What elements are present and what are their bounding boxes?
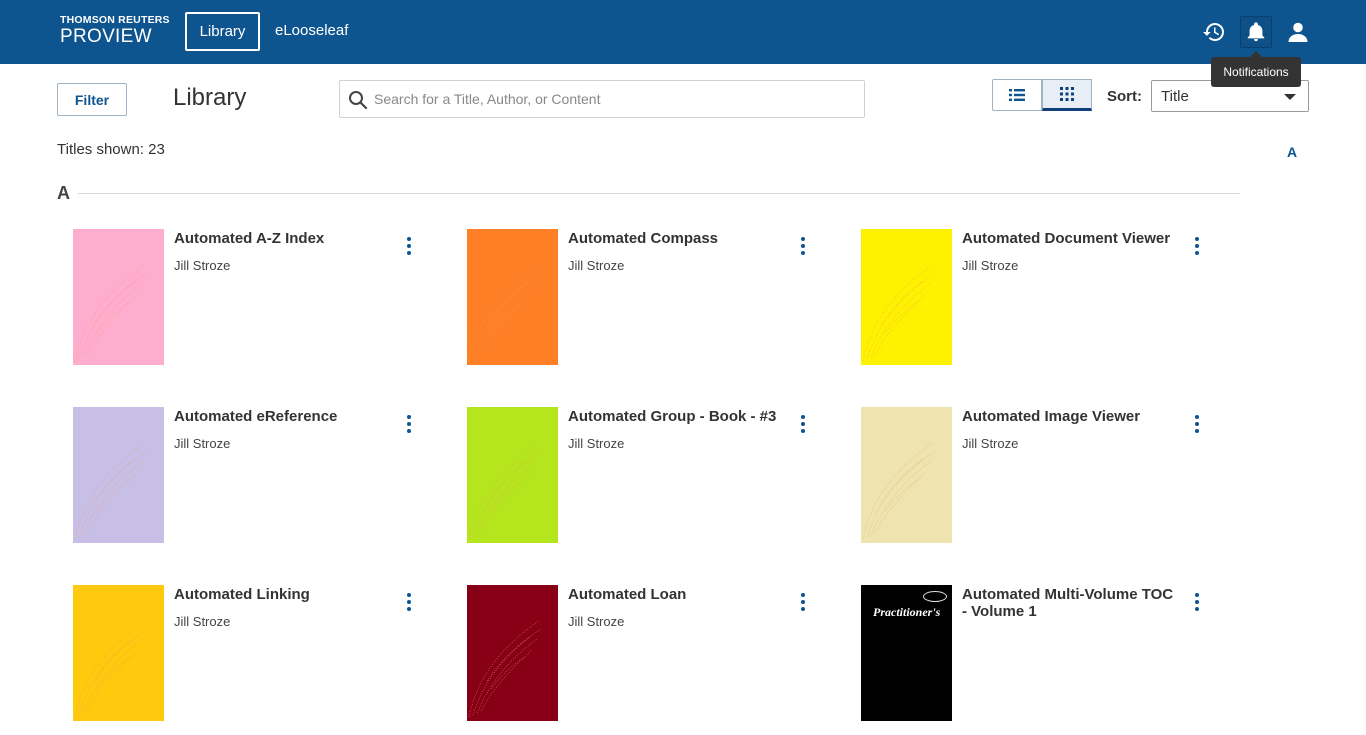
more-options-icon[interactable]: [1189, 235, 1205, 257]
book-cover[interactable]: [467, 585, 558, 721]
notifications-tooltip: Notifications: [1211, 51, 1301, 87]
book-card: Automated Loan Jill Stroze: [467, 585, 827, 735]
book-author: Jill Stroze: [568, 614, 625, 629]
book-cover[interactable]: [861, 229, 952, 365]
book-title[interactable]: Automated Compass: [568, 230, 788, 247]
section-divider: [78, 193, 1240, 194]
book-author: Jill Stroze: [174, 436, 231, 451]
titles-shown-count: Titles shown: 23: [57, 141, 165, 158]
more-options-icon[interactable]: [795, 413, 811, 435]
list-view-button[interactable]: [992, 79, 1042, 111]
sort-selected-value: Title: [1161, 88, 1189, 105]
book-card: Automated Document Viewer Jill Stroze: [861, 229, 1221, 379]
bell-icon[interactable]: [1240, 16, 1272, 48]
book-card: Automated Image Viewer Jill Stroze: [861, 407, 1221, 557]
brand-logo[interactable]: THOMSON REUTERS PROVIEW: [60, 14, 170, 48]
book-cover[interactable]: [73, 407, 164, 543]
book-title[interactable]: Automated A-Z Index: [174, 230, 394, 247]
brand-line2: PROVIEW: [60, 26, 152, 47]
book-card: Automated Linking Jill Stroze: [73, 585, 433, 735]
cover-swoosh-graphic: [468, 264, 542, 362]
book-card: Automated Group - Book - #3 Jill Stroze: [467, 407, 827, 557]
more-options-icon[interactable]: [1189, 413, 1205, 435]
brand-line1: THOMSON REUTERS: [60, 14, 170, 26]
book-title[interactable]: Automated Document Viewer: [962, 230, 1182, 247]
book-cover[interactable]: [467, 407, 558, 543]
book-cover[interactable]: [861, 407, 952, 543]
grid-icon: [1060, 87, 1074, 101]
search-input[interactable]: [374, 87, 854, 111]
book-author: Jill Stroze: [962, 258, 1019, 273]
book-author: Jill Stroze: [962, 436, 1019, 451]
sort-label: Sort:: [1107, 88, 1142, 105]
search-box: [339, 80, 865, 118]
top-navigation-bar: THOMSON REUTERS PROVIEW Library eLoosele…: [0, 0, 1366, 64]
more-options-icon[interactable]: [795, 235, 811, 257]
more-options-icon[interactable]: [401, 413, 417, 435]
book-cover[interactable]: Practitioner's: [861, 585, 952, 721]
book-title[interactable]: Automated Linking: [174, 586, 394, 603]
cover-swoosh-graphic: [862, 264, 936, 362]
cover-swoosh-graphic: [468, 442, 542, 540]
grid-view-button[interactable]: [1042, 79, 1092, 111]
book-title[interactable]: Automated Multi-Volume TOC - Volume 1: [962, 586, 1182, 620]
page-title: Library: [173, 84, 247, 111]
book-cover[interactable]: [73, 229, 164, 365]
cover-swoosh-graphic: [862, 442, 936, 540]
more-options-icon[interactable]: [795, 591, 811, 613]
cover-swoosh-graphic: [74, 620, 148, 718]
book-author: Jill Stroze: [568, 258, 625, 273]
section-letter: A: [57, 183, 70, 203]
book-title[interactable]: Automated Image Viewer: [962, 408, 1182, 425]
book-title[interactable]: Automated Loan: [568, 586, 788, 603]
book-cover[interactable]: [73, 585, 164, 721]
cover-swoosh-graphic: [74, 442, 148, 540]
chevron-down-icon: [1284, 94, 1296, 100]
book-author: Jill Stroze: [568, 436, 625, 451]
cover-swoosh-graphic: [74, 264, 148, 362]
book-cover[interactable]: [467, 229, 558, 365]
nav-elooseleaf-tab[interactable]: eLooseleaf: [275, 22, 348, 39]
user-icon[interactable]: [1282, 16, 1314, 48]
search-icon: [349, 91, 368, 110]
book-title[interactable]: Automated Group - Book - #3: [568, 408, 788, 425]
book-card: Automated Compass Jill Stroze: [467, 229, 827, 379]
more-options-icon[interactable]: [401, 591, 417, 613]
book-card: Automated A-Z Index Jill Stroze: [73, 229, 433, 379]
publisher-badge: [923, 591, 947, 602]
book-title[interactable]: Automated eReference: [174, 408, 394, 425]
more-options-icon[interactable]: [401, 235, 417, 257]
filter-button[interactable]: Filter: [57, 83, 127, 116]
book-card: Automated eReference Jill Stroze: [73, 407, 433, 557]
alpha-index-a[interactable]: A: [1287, 144, 1297, 160]
cover-text: Practitioner's: [873, 605, 941, 619]
book-card: Practitioner's Automated Multi-Volume TOC…: [861, 585, 1221, 735]
list-icon: [1009, 89, 1025, 101]
cover-swoosh-graphic: [468, 620, 542, 718]
book-author: Jill Stroze: [174, 614, 231, 629]
history-icon[interactable]: [1198, 16, 1230, 48]
nav-library-tab[interactable]: Library: [185, 12, 260, 51]
book-author: Jill Stroze: [174, 258, 231, 273]
more-options-icon[interactable]: [1189, 591, 1205, 613]
